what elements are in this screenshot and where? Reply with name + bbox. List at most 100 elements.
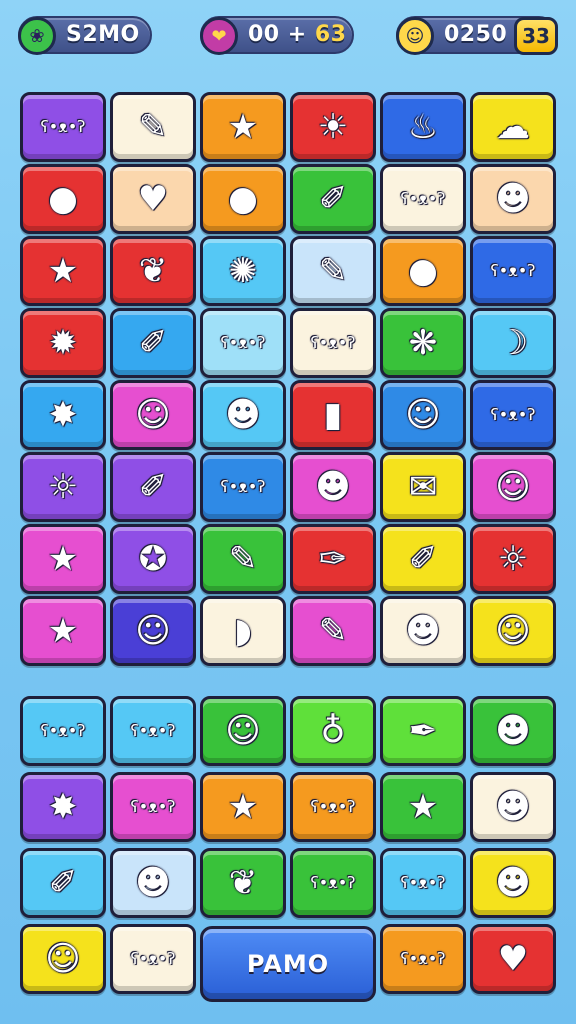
game-tile[interactable]: ● (380, 236, 466, 306)
game-tile[interactable]: ♥ (470, 924, 556, 994)
moves-counter: ❤ 00 + 63 (200, 16, 354, 55)
game-tile[interactable]: ʕ•ᴥ•ʔ (20, 696, 106, 766)
game-tile[interactable]: ☻ (110, 848, 196, 918)
yarn-ball-icon: ✺ (228, 251, 258, 291)
top-hud: ❀ S2MO ❤ 00 + 63 ☺ 0250 33 (0, 14, 576, 58)
game-tile[interactable]: ★ (20, 524, 106, 594)
brush-icon: ✒ (408, 711, 438, 751)
score-counter: ☺ 0250 33 (396, 16, 558, 55)
game-tile[interactable]: ʕ•ᴥ•ʔ (110, 924, 196, 994)
game-tile[interactable]: ▮ (290, 380, 376, 450)
game-tile[interactable]: ☽ (470, 308, 556, 378)
tomato-face-icon: ☻ (495, 787, 531, 827)
game-tile[interactable]: ☻ (470, 696, 556, 766)
game-tile[interactable]: ☼ (470, 524, 556, 594)
star-icon: ★ (227, 787, 259, 827)
bear-face-icon: ʕ•ᴥ•ʔ (220, 333, 266, 352)
blob-face-icon: ☻ (225, 395, 261, 435)
game-tile[interactable]: ◗ (200, 596, 286, 666)
game-tile[interactable]: ✐ (290, 164, 376, 234)
splat-icon: ✸ (48, 395, 78, 435)
game-tile[interactable]: ʕ•ᴥ•ʔ (290, 848, 376, 918)
game-tile[interactable]: ʕ•ᴥ•ʔ (110, 696, 196, 766)
game-tile[interactable]: ☼ (20, 452, 106, 522)
game-tile[interactable]: ☺ (380, 380, 466, 450)
game-tile[interactable]: ♥ (110, 164, 196, 234)
game-tile[interactable]: ʕ•ᴥ•ʔ (200, 452, 286, 522)
game-tile[interactable]: ☻ (380, 596, 466, 666)
bear-face-icon: ʕ•ᴥ•ʔ (400, 873, 446, 892)
game-tile[interactable]: ✺ (200, 236, 286, 306)
game-tile[interactable]: ✪ (110, 524, 196, 594)
game-tile[interactable]: ✹ (20, 308, 106, 378)
game-tile[interactable]: ✐ (110, 308, 196, 378)
game-tile[interactable]: ✉ (380, 452, 466, 522)
game-tile[interactable]: ★ (200, 92, 286, 162)
game-tile[interactable]: ✐ (380, 524, 466, 594)
bear-face-icon: ʕ•ᴥ•ʔ (310, 797, 356, 816)
game-tile[interactable]: ʕ•ᴥ•ʔ (380, 164, 466, 234)
game-tile[interactable]: ☺ (20, 924, 106, 994)
game-tile[interactable]: ☺ (470, 596, 556, 666)
game-tile[interactable]: ʕ•ᴥ•ʔ (290, 772, 376, 842)
game-tile[interactable]: ☻ (470, 164, 556, 234)
pencil-icon: ✎ (318, 251, 348, 291)
splat-icon: ✸ (48, 787, 78, 827)
game-tile[interactable]: ☻ (470, 772, 556, 842)
pencil-icon: ✎ (138, 107, 168, 147)
game-tile[interactable]: ✑ (290, 524, 376, 594)
whale-face-icon: ☻ (315, 467, 351, 507)
game-tile[interactable]: ✐ (20, 848, 106, 918)
moves-accent: 63 (314, 22, 347, 47)
game-tile[interactable]: ✎ (200, 524, 286, 594)
game-tile[interactable]: ☺ (110, 596, 196, 666)
game-tile[interactable]: ʕ•ᴥ•ʔ (200, 308, 286, 378)
game-tile[interactable]: ✎ (110, 92, 196, 162)
blob-face-icon: ☻ (495, 711, 531, 751)
score-badge: 33 (514, 17, 558, 55)
game-tile[interactable]: ʕ•ᴥ•ʔ (290, 308, 376, 378)
game-tile[interactable]: ❦ (110, 236, 196, 306)
game-tile[interactable]: ☻ (200, 380, 286, 450)
star-icon: ★ (227, 107, 259, 147)
lion-face-icon: ☀ (317, 107, 349, 147)
game-tile[interactable]: ✎ (290, 236, 376, 306)
game-tile[interactable]: ʕ•ᴥ•ʔ (20, 92, 106, 162)
chili-pepper-icon: ♨ (407, 107, 439, 147)
banana-icon: ☽ (497, 323, 529, 363)
game-tile[interactable]: ☺ (470, 452, 556, 522)
game-tile[interactable]: ʕ•ᴥ•ʔ (380, 924, 466, 994)
game-tile[interactable]: ● (200, 164, 286, 234)
game-tile[interactable]: ☺ (200, 696, 286, 766)
bear-face-icon: ʕ•ᴥ•ʔ (310, 333, 356, 352)
game-tile[interactable]: ✸ (20, 380, 106, 450)
game-tile[interactable]: ʕ•ᴥ•ʔ (380, 848, 466, 918)
game-tile[interactable]: ★ (20, 236, 106, 306)
game-tile[interactable]: ♁ (290, 696, 376, 766)
game-tile[interactable]: ʕ•ᴥ•ʔ (110, 772, 196, 842)
game-tile[interactable]: ☺ (110, 380, 196, 450)
game-tile[interactable]: ☻ (290, 452, 376, 522)
game-tile[interactable]: ♨ (380, 92, 466, 162)
game-tile[interactable]: ★ (200, 772, 286, 842)
game-tile[interactable]: ☻ (470, 848, 556, 918)
game-tile[interactable]: ʕ•ᴥ•ʔ (470, 380, 556, 450)
game-tile[interactable]: ☁ (470, 92, 556, 162)
game-tile[interactable]: ❋ (380, 308, 466, 378)
game-tile[interactable]: ❦ (200, 848, 286, 918)
cat-face-icon: ☺ (495, 467, 531, 507)
game-tile[interactable]: ✒ (380, 696, 466, 766)
fruit-face-icon: ● (48, 179, 78, 219)
game-tile[interactable]: ✎ (290, 596, 376, 666)
tomato-face-icon: ☻ (495, 863, 531, 903)
bear-face-icon: ʕ•ᴥ•ʔ (130, 721, 176, 740)
play-button[interactable]: PAMO (200, 926, 376, 1002)
game-tile[interactable]: ✐ (110, 452, 196, 522)
game-tile[interactable]: ★ (380, 772, 466, 842)
game-tile[interactable]: ʕ•ᴥ•ʔ (470, 236, 556, 306)
game-tile[interactable]: ☀ (290, 92, 376, 162)
game-tile[interactable]: ★ (20, 596, 106, 666)
game-tile[interactable]: ✸ (20, 772, 106, 842)
leaf-icon: ❦ (138, 251, 168, 291)
game-tile[interactable]: ● (20, 164, 106, 234)
